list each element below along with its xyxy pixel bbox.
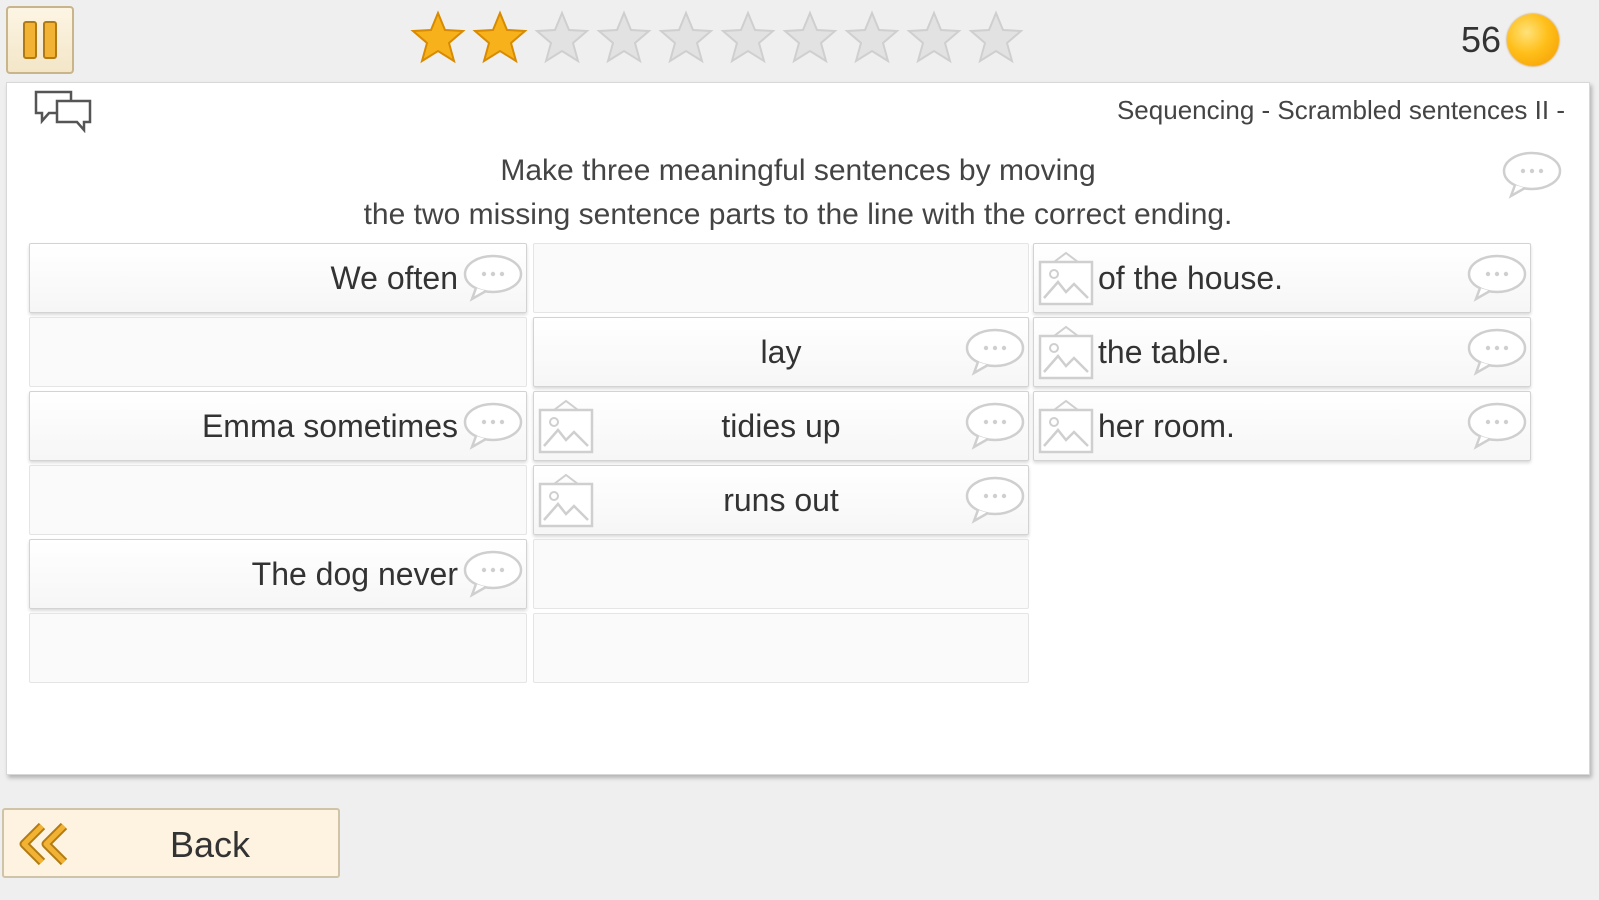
sentence-part-text: Emma sometimes: [201, 407, 458, 444]
speech-bubble-icon[interactable]: [964, 400, 1026, 450]
speech-bubble-icon[interactable]: [462, 252, 524, 302]
sentence-part-col1[interactable]: We often: [29, 243, 527, 313]
pause-icon: [23, 21, 37, 59]
speech-bubble-icon[interactable]: [1466, 400, 1528, 450]
picture-icon[interactable]: [536, 472, 596, 530]
star-empty-icon: [534, 10, 590, 66]
star-empty-icon: [906, 10, 962, 66]
speech-bubble-icon[interactable]: [462, 400, 524, 450]
star-filled-icon: [410, 10, 466, 66]
picture-icon[interactable]: [536, 398, 596, 456]
sentence-part-text: of the house.: [1098, 259, 1284, 296]
star-empty-icon: [844, 10, 900, 66]
speech-bubble-icon[interactable]: [462, 548, 524, 598]
sentence-part-text: runs out: [723, 481, 839, 518]
empty-drop-slot-col2[interactable]: [533, 539, 1029, 609]
double-chevron-left-icon: [19, 822, 68, 866]
picture-icon[interactable]: [1036, 324, 1096, 382]
coin-icon: [1507, 14, 1559, 66]
back-button-label: Back: [170, 824, 251, 865]
conversation-icon[interactable]: [33, 89, 93, 133]
back-button[interactable]: Back: [2, 808, 340, 878]
picture-icon[interactable]: [1036, 398, 1096, 456]
sentence-part-col1[interactable]: Emma sometimes: [29, 391, 527, 461]
speech-bubble-icon[interactable]: [1466, 326, 1528, 376]
speech-bubble-icon[interactable]: [964, 474, 1026, 524]
star-rating: [410, 10, 1024, 70]
sentence-part-col2[interactable]: tidies up: [533, 391, 1029, 461]
star-filled-icon: [472, 10, 528, 66]
picture-icon[interactable]: [1036, 250, 1096, 308]
star-empty-icon: [720, 10, 776, 66]
pause-button[interactable]: [6, 6, 74, 74]
instruction-text: Make three meaningful sentences by movin…: [7, 149, 1589, 237]
star-empty-icon: [968, 10, 1024, 66]
sentence-part-text: tidies up: [721, 407, 841, 444]
exercise-panel: Sequencing - Scrambled sentences II - Ma…: [6, 82, 1590, 775]
sentence-part-col3[interactable]: the table.: [1033, 317, 1531, 387]
empty-drop-slot-col1[interactable]: [29, 465, 527, 535]
instruction-line-2: the two missing sentence parts to the li…: [363, 198, 1233, 231]
star-empty-icon: [658, 10, 714, 66]
coin-count: 56: [1460, 19, 1501, 60]
empty-drop-slot-col1[interactable]: [29, 317, 527, 387]
sentence-part-col1[interactable]: The dog never: [29, 539, 527, 609]
empty-drop-slot-col1[interactable]: [29, 613, 527, 683]
star-empty-icon: [782, 10, 838, 66]
speech-bubble-icon[interactable]: [1501, 149, 1563, 199]
sentence-part-col2[interactable]: lay: [533, 317, 1029, 387]
pause-icon-bar: [43, 21, 57, 59]
sentence-part-text: lay: [760, 333, 802, 370]
empty-drop-slot-col2[interactable]: [533, 243, 1029, 313]
sentence-part-col3[interactable]: of the house.: [1033, 243, 1531, 313]
sentence-part-text: We often: [330, 259, 458, 296]
empty-drop-slot-col2[interactable]: [533, 613, 1029, 683]
exercise-title: Sequencing - Scrambled sentences II -: [1116, 95, 1565, 125]
speech-bubble-icon[interactable]: [1466, 252, 1528, 302]
sentence-part-col2[interactable]: runs out: [533, 465, 1029, 535]
sentence-part-text: the table.: [1098, 333, 1230, 370]
sentence-part-text: her room.: [1098, 407, 1235, 444]
coin-counter: 56: [1461, 12, 1559, 68]
sentence-part-col3[interactable]: her room.: [1033, 391, 1531, 461]
speech-bubble-icon[interactable]: [964, 326, 1026, 376]
star-empty-icon: [596, 10, 652, 66]
sentence-part-text: The dog never: [251, 555, 458, 592]
instruction-line-1: Make three meaningful sentences by movin…: [500, 154, 1096, 187]
